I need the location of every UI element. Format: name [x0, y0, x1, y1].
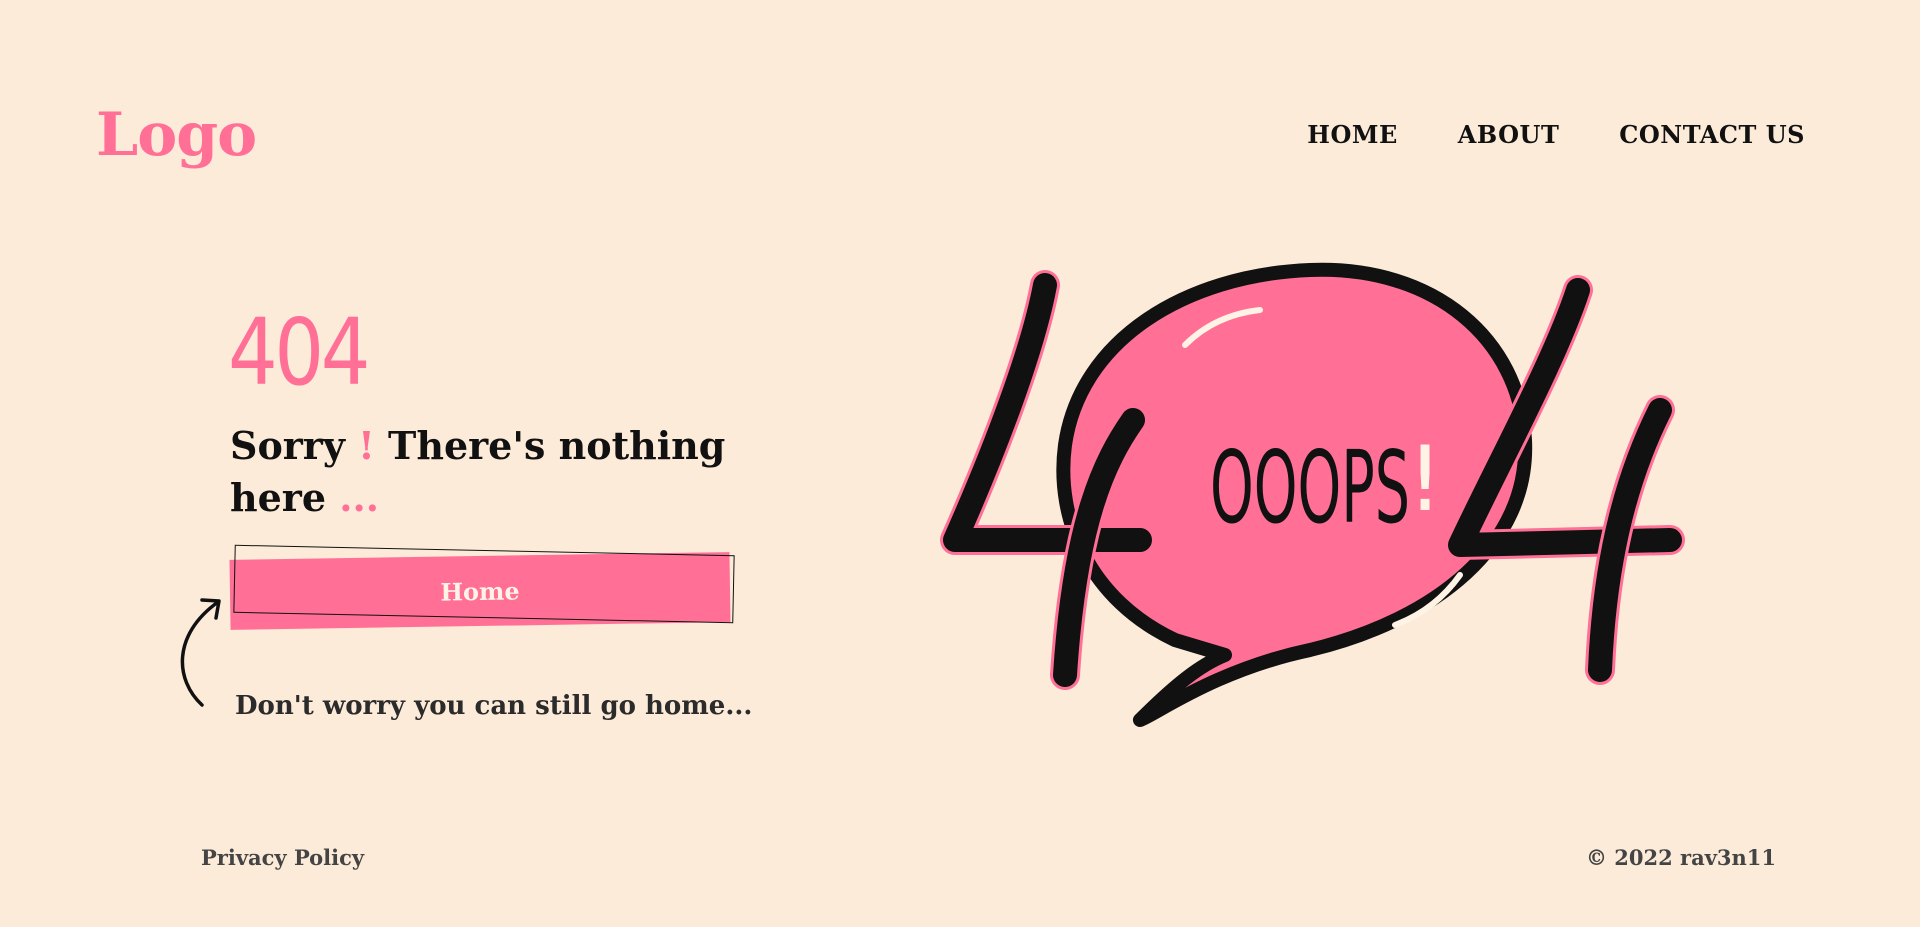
- ooops-404-illustration: OOOPS !: [940, 262, 1685, 727]
- nav-contact-link[interactable]: CONTACT US: [1619, 120, 1805, 150]
- error-message: Sorry ! There's nothing here ...: [230, 420, 750, 524]
- main-nav: HOME ABOUT CONTACT US: [1307, 120, 1805, 150]
- error-message-ellipsis: ...: [339, 475, 379, 520]
- error-message-exclamation: !: [358, 423, 375, 468]
- home-button-wrapper: Home: [229, 544, 736, 632]
- nav-home-link[interactable]: HOME: [1307, 120, 1397, 150]
- logo-link[interactable]: Logo: [96, 100, 257, 170]
- error-message-sorry: Sorry: [230, 423, 359, 468]
- go-home-hint: Don't worry you can still go home...: [235, 691, 753, 721]
- bubble-text: OOOPS: [1210, 429, 1410, 546]
- curved-arrow-icon: [180, 598, 221, 707]
- error-code-heading: 404: [228, 299, 370, 406]
- home-button[interactable]: Home: [229, 552, 731, 630]
- privacy-policy-link[interactable]: Privacy Policy: [201, 844, 364, 872]
- nav-about-link[interactable]: ABOUT: [1458, 120, 1560, 150]
- bubble-exclamation: !: [1407, 427, 1443, 532]
- copyright-text: © 2022 rav3n11: [1585, 845, 1776, 870]
